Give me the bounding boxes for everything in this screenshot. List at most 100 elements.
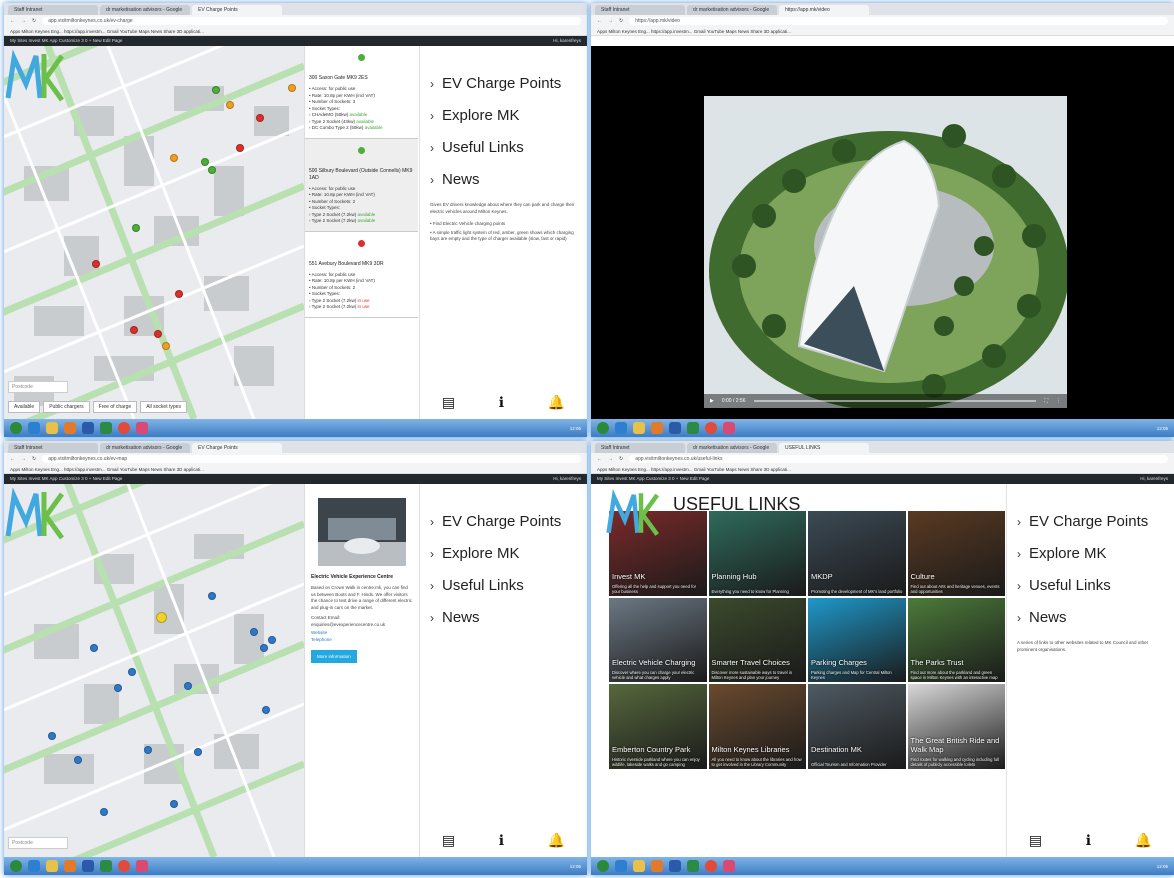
contact-card-icon[interactable]: ▤ <box>442 832 455 849</box>
admin-user[interactable]: Hi, karenfreys <box>553 36 581 46</box>
poi-pin-selected[interactable] <box>156 612 167 623</box>
url-field[interactable]: app.visitmiltonkeynes.co.uk/ev-map <box>42 455 581 463</box>
admin-user[interactable]: Hi, karenfreys <box>1140 474 1168 484</box>
link-tile[interactable]: MKDP Promoting the development of MK's la… <box>808 511 906 596</box>
link-tile[interactable]: Planning Hub Everything you need to know … <box>708 511 806 596</box>
reload-icon[interactable]: ↻ <box>32 18 36 24</box>
start-icon[interactable] <box>10 860 22 872</box>
forward-icon[interactable]: → <box>21 456 26 462</box>
excel-icon[interactable] <box>100 422 112 434</box>
contact-email[interactable]: enquiries@evexperiencecentre.co.uk <box>311 622 412 629</box>
ev-map[interactable]: Postcode Available Public chargers Free … <box>4 46 304 419</box>
info-icon[interactable]: ℹ <box>499 394 504 411</box>
poi-pin[interactable] <box>208 592 216 600</box>
poi-pin[interactable] <box>90 644 98 652</box>
telephone-link[interactable]: Telephone <box>311 637 412 642</box>
charger-pin-amber[interactable] <box>226 101 234 109</box>
link-tile[interactable]: Emberton Country Park Historic riverside … <box>609 684 707 769</box>
reload-icon[interactable]: ↻ <box>619 18 623 24</box>
bookmarks-bar[interactable]: Apps Milton Keynes Eng... https://app.in… <box>4 465 587 474</box>
filter-free-of-charge[interactable]: Free of charge <box>92 401 138 413</box>
bookmarks-bar[interactable]: Apps Milton Keynes Eng... https://app.in… <box>4 27 587 36</box>
outlook-icon[interactable] <box>64 422 76 434</box>
info-icon[interactable]: ℹ <box>499 832 504 849</box>
browser-tab[interactable]: Staff Intranet <box>595 5 685 15</box>
excel-icon[interactable] <box>687 860 699 872</box>
poi-pin[interactable] <box>184 682 192 690</box>
contact-card-icon[interactable]: ▤ <box>442 394 455 411</box>
browser-tab[interactable]: dr marketisation advisors - Google <box>100 5 190 15</box>
more-options-icon[interactable]: ⋮ <box>1056 398 1061 404</box>
bookmarks-bar[interactable]: Apps Milton Keynes Eng... https://app.in… <box>591 465 1174 474</box>
browser-tab-active[interactable]: USEFUL LINKS <box>779 443 869 453</box>
more-information-button[interactable]: More information <box>311 650 357 663</box>
browser-tab[interactable]: Staff Intranet <box>595 443 685 453</box>
word-icon[interactable] <box>82 860 94 872</box>
poi-pin[interactable] <box>128 668 136 676</box>
forward-icon[interactable]: → <box>608 456 613 462</box>
link-tile[interactable]: Parking Charges Parking charges and Map f… <box>808 597 906 682</box>
charger-pin-green[interactable] <box>132 224 140 232</box>
url-field[interactable]: https://app.mk/video <box>629 17 1168 25</box>
station-card[interactable]: 300 Saxon Gate MK9 2ES • Access: for pub… <box>305 46 418 139</box>
ie-icon[interactable] <box>615 422 627 434</box>
poi-pin[interactable] <box>100 808 108 816</box>
explore-map[interactable]: Postcode <box>4 484 304 857</box>
ie-icon[interactable] <box>615 860 627 872</box>
start-icon[interactable] <box>597 422 609 434</box>
bell-icon[interactable]: 🔔 <box>548 832 565 849</box>
folder-icon[interactable] <box>46 422 58 434</box>
poi-pin[interactable] <box>262 706 270 714</box>
chrome-icon[interactable] <box>705 860 717 872</box>
charger-pin-green[interactable] <box>201 158 209 166</box>
video-player[interactable]: ▶ 0:00 / 2:56 ⛶ ⋮ <box>591 46 1174 419</box>
charger-pin-red[interactable] <box>175 290 183 298</box>
nav-ev-charge-points[interactable]: › EV Charge Points <box>1017 506 1174 538</box>
browser-tab[interactable]: Staff Intranet <box>8 5 98 15</box>
poi-pin[interactable] <box>170 800 178 808</box>
folder-icon[interactable] <box>633 860 645 872</box>
paint-icon[interactable] <box>723 860 735 872</box>
poi-pin[interactable] <box>74 756 82 764</box>
filter-public-chargers[interactable]: Public chargers <box>43 401 90 413</box>
bell-icon[interactable]: 🔔 <box>1135 832 1152 849</box>
website-link[interactable]: Website <box>311 630 412 635</box>
browser-tab-active[interactable]: EV Charge Points <box>192 5 282 15</box>
charger-pin-red[interactable] <box>236 144 244 152</box>
link-tile[interactable]: The Great British Ride and Walk Map Find … <box>907 684 1005 769</box>
ie-icon[interactable] <box>28 860 40 872</box>
charger-pin-green[interactable] <box>208 166 216 174</box>
nav-ev-charge-points[interactable]: › EV Charge Points <box>430 506 587 538</box>
nav-explore-mk[interactable]: › Explore MK <box>430 538 587 570</box>
contact-card-icon[interactable]: ▤ <box>1029 832 1042 849</box>
charger-pin-red[interactable] <box>256 114 264 122</box>
nav-useful-links[interactable]: › Useful Links <box>1017 570 1174 602</box>
poi-pin[interactable] <box>268 636 276 644</box>
fullscreen-icon[interactable]: ⛶ <box>1044 398 1048 404</box>
back-icon[interactable]: ← <box>10 18 15 24</box>
outlook-icon[interactable] <box>651 860 663 872</box>
chrome-icon[interactable] <box>118 422 130 434</box>
word-icon[interactable] <box>82 422 94 434</box>
filter-socket-types[interactable]: All socket types <box>140 401 187 413</box>
folder-icon[interactable] <box>633 422 645 434</box>
reload-icon[interactable]: ↻ <box>32 456 36 462</box>
browser-tab[interactable]: Staff Intranet <box>8 443 98 453</box>
link-tile[interactable]: Smarter Travel Choices Discover more sust… <box>708 597 806 682</box>
folder-icon[interactable] <box>46 860 58 872</box>
browser-tab[interactable]: dr marketisation advisors - Google <box>687 5 777 15</box>
outlook-icon[interactable] <box>651 422 663 434</box>
poi-pin[interactable] <box>194 748 202 756</box>
charger-pin-amber[interactable] <box>162 342 170 350</box>
paint-icon[interactable] <box>136 860 148 872</box>
back-icon[interactable]: ← <box>597 18 602 24</box>
word-icon[interactable] <box>669 422 681 434</box>
forward-icon[interactable]: → <box>608 18 613 24</box>
video-frame[interactable]: ▶ 0:00 / 2:56 ⛶ ⋮ <box>704 96 1067 408</box>
nav-useful-links[interactable]: › Useful Links <box>430 570 587 602</box>
bookmarks-bar[interactable]: Apps Milton Keynes Eng... https://app.in… <box>591 27 1174 36</box>
play-icon[interactable]: ▶ <box>710 398 714 404</box>
link-tile[interactable]: The Parks Trust Find out more about the p… <box>907 597 1005 682</box>
info-icon[interactable]: ℹ <box>1086 832 1091 849</box>
outlook-icon[interactable] <box>64 860 76 872</box>
